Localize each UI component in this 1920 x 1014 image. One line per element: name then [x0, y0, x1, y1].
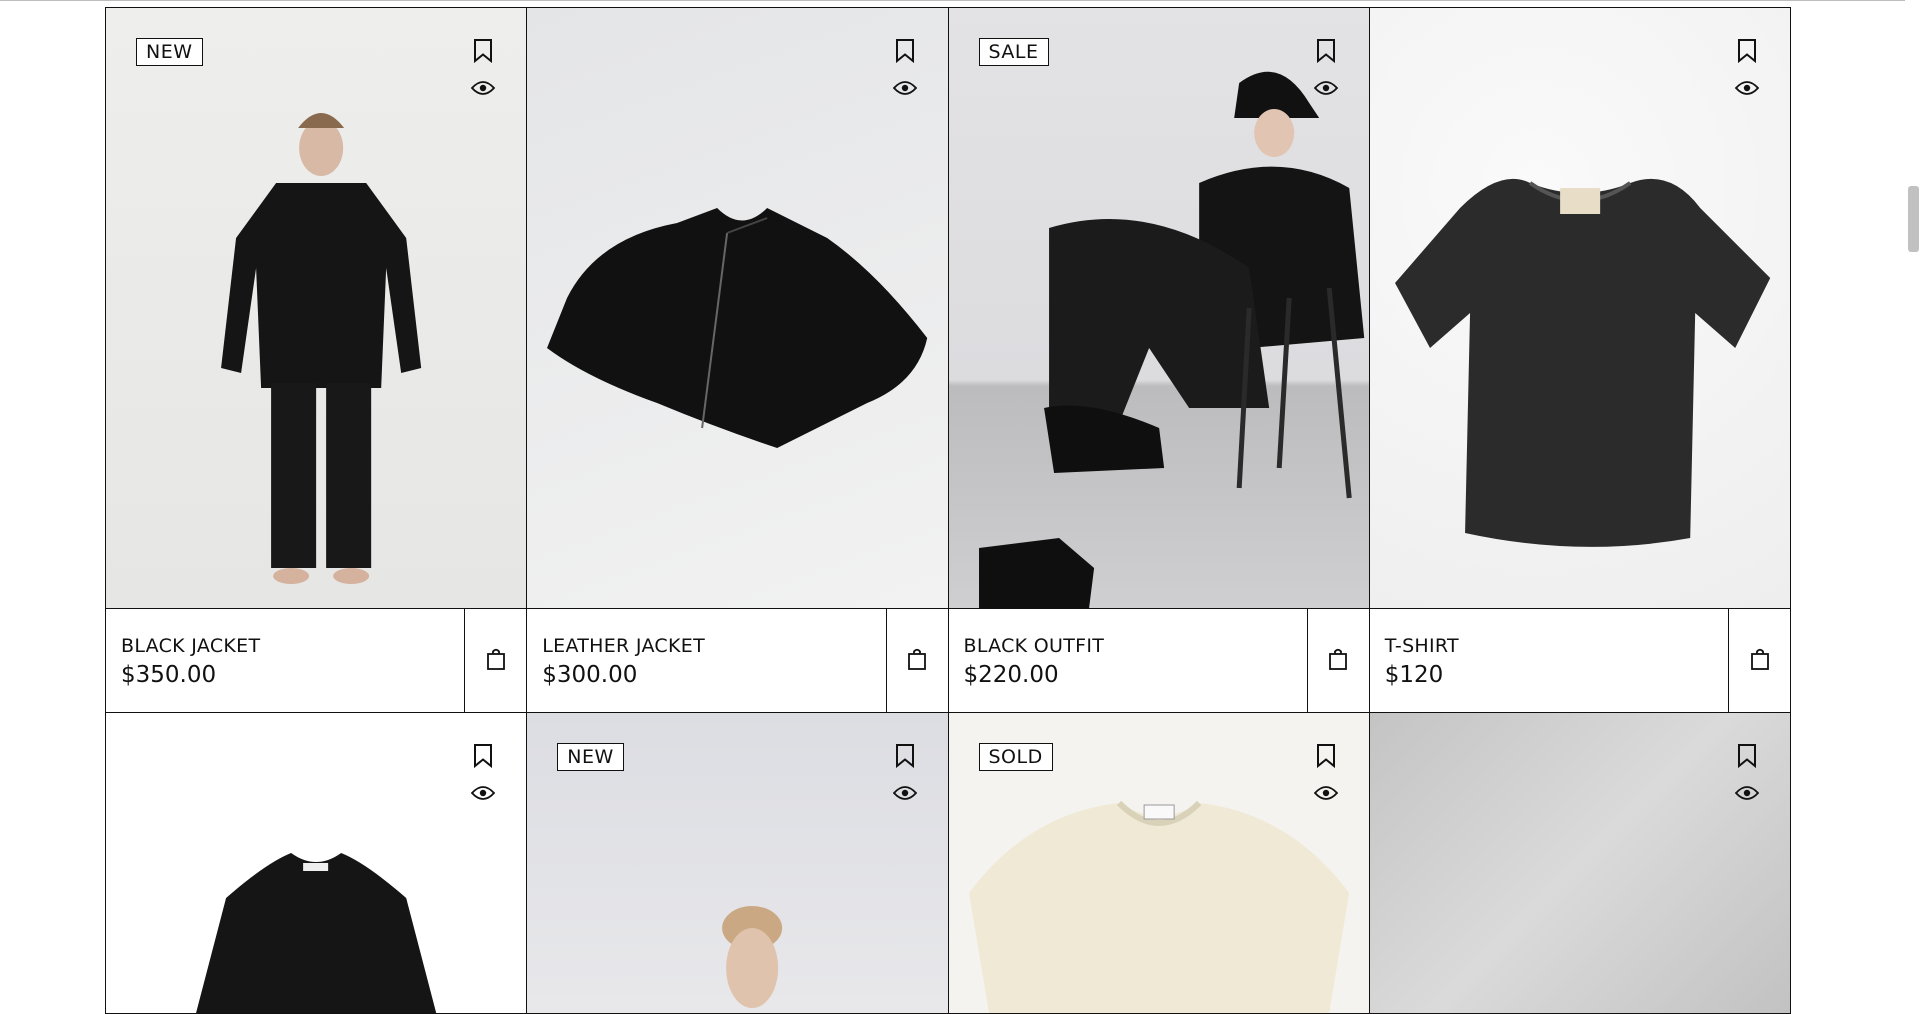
product-name[interactable]: BLACK OUTFIT — [964, 635, 1307, 657]
bookmark-icon[interactable] — [892, 38, 918, 64]
bookmark-icon[interactable] — [470, 38, 496, 64]
shopping-bag-icon — [1329, 648, 1348, 674]
product-card[interactable]: NEW — [527, 713, 949, 1014]
product-card[interactable]: SOLD — [948, 713, 1370, 1014]
bookmark-icon[interactable] — [1313, 743, 1339, 769]
product-image[interactable] — [1369, 8, 1790, 608]
product-info: LEATHER JACKET $300.00 — [527, 608, 948, 712]
product-info: BLACK JACKET $350.00 — [106, 608, 527, 712]
product-info: BLACK OUTFIT $220.00 — [948, 608, 1369, 712]
vertical-scrollbar[interactable] — [1905, 0, 1920, 950]
product-name[interactable]: T-SHIRT — [1385, 635, 1728, 657]
eye-icon[interactable] — [1734, 783, 1760, 803]
product-name[interactable]: BLACK JACKET — [121, 635, 464, 657]
product-card[interactable]: NEW BLACK JACKET $350.00 — [106, 8, 528, 713]
page-top-divider — [0, 0, 1905, 1]
product-image[interactable]: NEW — [527, 713, 948, 1013]
product-price: $220.00 — [963, 662, 1059, 688]
shopping-bag-icon — [1750, 648, 1769, 674]
product-photo — [978, 71, 1364, 608]
product-card[interactable]: SALE BLACK OUTFIT $220.00 — [948, 8, 1370, 713]
product-photo — [196, 853, 437, 1013]
scrollbar-thumb[interactable] — [1908, 186, 1919, 252]
product-card[interactable]: LEATHER JACKET $300.00 — [527, 8, 949, 713]
eye-icon[interactable] — [470, 783, 496, 803]
product-image[interactable] — [527, 8, 948, 608]
product-card[interactable] — [1369, 713, 1791, 1014]
product-image[interactable] — [106, 713, 527, 1013]
eye-icon[interactable] — [1313, 78, 1339, 98]
bookmark-icon[interactable] — [1734, 743, 1760, 769]
product-photo — [1394, 178, 1770, 547]
product-image[interactable]: SOLD — [948, 713, 1369, 1013]
product-card[interactable] — [106, 713, 528, 1014]
product-image[interactable] — [1369, 713, 1790, 1013]
product-badge: NEW — [557, 743, 624, 771]
eye-icon[interactable] — [1313, 783, 1339, 803]
add-to-cart-button[interactable] — [464, 609, 526, 712]
product-grid: NEW BLACK JACKET $350.00 LEATHER JACKET … — [105, 7, 1791, 1014]
product-photo — [221, 113, 422, 584]
product-price: $350.00 — [121, 662, 217, 688]
product-price: $120 — [1384, 662, 1444, 688]
product-card[interactable]: T-SHIRT $120 — [1369, 8, 1791, 713]
product-badge: SALE — [978, 38, 1049, 66]
product-image[interactable]: NEW — [106, 8, 527, 608]
eye-icon[interactable] — [1734, 78, 1760, 98]
bookmark-icon[interactable] — [470, 743, 496, 769]
add-to-cart-button[interactable] — [1306, 609, 1369, 712]
bookmark-icon[interactable] — [1734, 38, 1760, 64]
eye-icon[interactable] — [892, 78, 918, 98]
product-info: T-SHIRT $120 — [1369, 608, 1790, 712]
add-to-cart-button[interactable] — [1728, 609, 1790, 712]
eye-icon[interactable] — [892, 783, 918, 803]
bookmark-icon[interactable] — [1313, 38, 1339, 64]
product-name[interactable]: LEATHER JACKET — [542, 635, 885, 657]
product-price: $300.00 — [542, 662, 638, 688]
shopping-bag-icon — [908, 648, 926, 674]
add-to-cart-button[interactable] — [885, 609, 948, 712]
bookmark-icon[interactable] — [892, 743, 918, 769]
shopping-bag-icon — [486, 648, 505, 674]
product-badge: SOLD — [978, 743, 1053, 771]
product-badge: NEW — [136, 38, 203, 66]
product-photo — [547, 208, 928, 448]
eye-icon[interactable] — [470, 78, 496, 98]
product-image[interactable]: SALE — [948, 8, 1369, 608]
